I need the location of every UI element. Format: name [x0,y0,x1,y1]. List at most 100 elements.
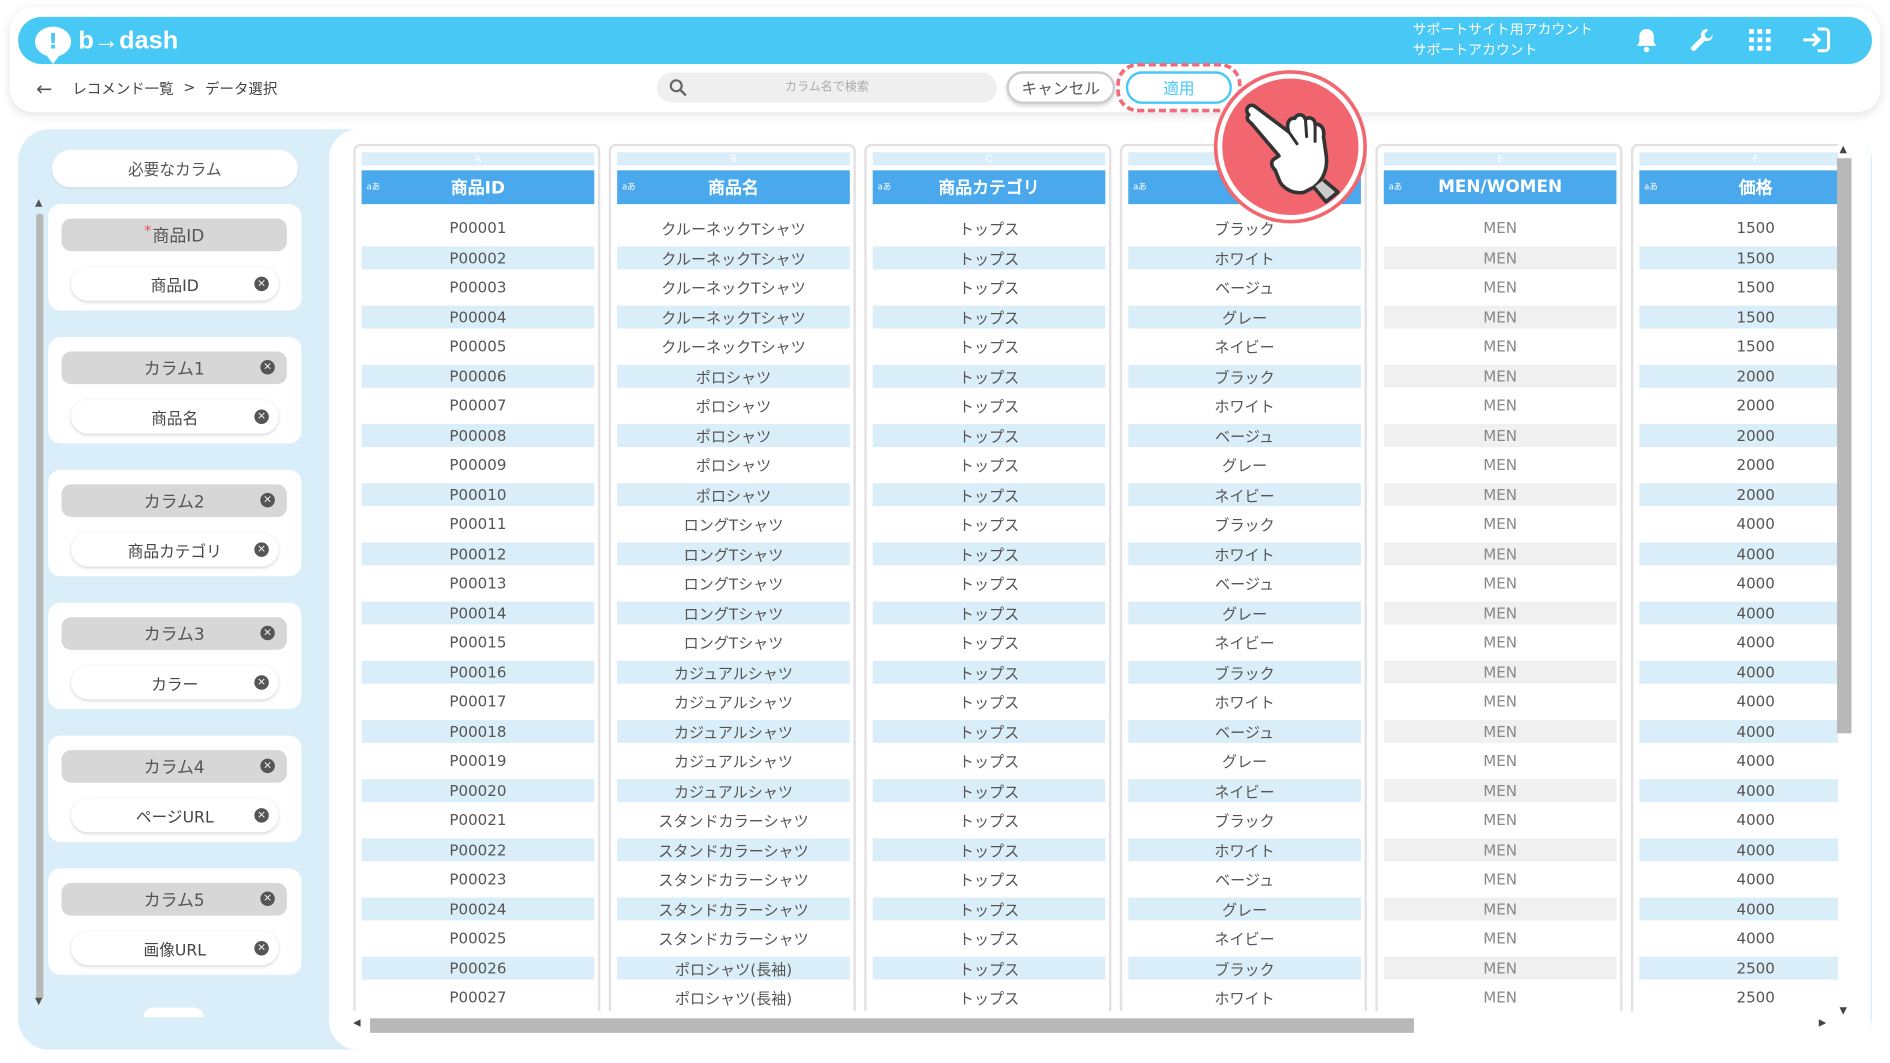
grid-cell: トップス [958,456,1020,475]
scroll-right-icon[interactable]: ▶ [1819,1017,1826,1028]
grid-cell: P00019 [449,751,507,770]
grid-cell: MEN [1383,956,1617,980]
grid-cell: クルーネックTシャツ [617,245,850,269]
breadcrumb: レコメンド一覧 > データ選択 [72,78,277,99]
scroll-down-icon[interactable]: ▼ [1839,1005,1846,1016]
grid-cell: MEN [1383,719,1617,743]
remove-column-icon[interactable]: × [260,758,275,774]
grid-cell: ネイビー [1214,338,1275,357]
grid-menu-icon[interactable] [1743,23,1777,57]
mapping-card-value-text: カラー [151,675,199,694]
mapping-card-value-text: 商品カテゴリ [127,542,222,562]
grid-cell: トップス [958,870,1020,890]
grid-cell: グレー [1221,456,1268,475]
grid-cell: ポロシャツ [695,456,772,475]
grid-cell: P00006 [361,364,595,388]
grid-column: Baあ 商品名 クルーネックTシャツ クルーネックTシャツ クルーネックTシャツ クルーネ… [608,143,856,1012]
mapping-card-title-text: カラム4 [143,758,205,778]
back-arrow-icon[interactable]: ← [36,77,60,100]
grid-horizontal-scroll-thumb[interactable] [370,1018,1414,1033]
scroll-left-icon[interactable]: ◀ [353,1017,360,1028]
grid-cell: P00010 [361,482,595,506]
grid-cell: MEN [1483,810,1518,829]
scroll-up-icon[interactable]: ▲ [35,197,42,208]
grid-column: Aaあ 商品ID P00001 P00002 P00003 P00004 P00005 P00… [353,143,601,1012]
grid-cell: トップス [958,397,1020,416]
grid-cell: MEN [1383,660,1617,684]
column-header-label: MEN/WOMEN [1438,177,1563,197]
mapping-card-value[interactable]: カラー × [71,665,279,700]
mapping-card-title: カラム5 × [61,883,287,916]
grid-cell: 1500 [1736,277,1775,296]
scroll-down-icon[interactable]: ▼ [35,995,42,1006]
scroll-up-icon[interactable]: ▲ [1839,144,1846,155]
logout-icon[interactable] [1800,23,1834,57]
mapping-card-value[interactable]: 商品名 × [71,399,279,434]
column-header[interactable]: aあ 商品名 [617,170,850,205]
remove-column-icon[interactable]: × [260,891,275,906]
mapping-card-value[interactable]: 商品ID × [71,266,279,301]
mapping-card-title-text: 商品ID [152,226,205,246]
remove-value-icon[interactable]: × [254,808,269,823]
grid-cell: ネイビー [1214,930,1275,949]
mapping-card-value[interactable]: 商品カテゴリ × [71,532,279,567]
grid-cell: ポロシャツ(長袖) [674,989,793,1008]
grid-cell: トップス [872,956,1106,980]
logo[interactable]: ! b→dash [34,24,178,64]
remove-value-icon[interactable]: × [254,409,269,425]
remove-value-icon[interactable]: × [254,675,269,690]
data-preview-panel: Aaあ 商品ID P00001 P00002 P00003 P00004 P00005 P00… [329,129,1871,1050]
mapping-card-value-text: 商品名 [151,410,199,429]
mapping-card-value[interactable]: ページURL × [71,798,279,833]
column-header-label: 商品ID [450,178,505,199]
left-scrollbar[interactable]: ▲ ▼ [33,197,47,1006]
grid-cell: ブラック [1128,364,1361,388]
grid-cell: 4000 [1736,928,1775,948]
remove-value-icon[interactable]: × [254,542,269,557]
grid-cell: ベージュ [1215,870,1275,890]
grid-vertical-scrollbar[interactable]: ▲ ▼ [1836,144,1853,1016]
app-header: ! b→dash サポートサイト用アカウント サポートアカウント [18,16,1872,65]
remove-column-icon[interactable]: × [260,625,275,641]
grid-cell: 4000 [1736,869,1775,888]
grid-cell: トップス [872,245,1106,269]
breadcrumb-recommend-list[interactable]: レコメンド一覧 [72,78,173,99]
wrench-icon[interactable] [1685,23,1719,57]
grid-cell: ロングTシャツ [683,575,784,594]
grid-cell: ポロシャツ [617,423,850,447]
left-scroll-thumb[interactable] [36,213,44,1000]
grid-cell: 1500 [1736,337,1775,356]
text-type-icon: aあ [1133,182,1147,193]
remove-column-icon[interactable]: × [260,492,275,508]
grid-cell: P00022 [361,837,595,861]
mapping-card-title: カラム4 × [61,750,287,783]
grid-cell: トップス [958,811,1020,830]
grid-cell: トップス [872,541,1106,565]
column-letter: C [872,152,1106,166]
mapping-card-value-text: ページURL [135,808,214,827]
grid-cell: クルーネックTシャツ [617,305,850,328]
mapping-card-value[interactable]: 画像URL × [71,931,279,966]
grid-horizontal-scrollbar[interactable]: ◀ ▶ [353,1017,1826,1034]
column-header[interactable]: aあ 商品ID [361,170,595,205]
cancel-button[interactable]: キャンセル [1006,71,1115,104]
grid-cell: MEN [1483,928,1518,948]
breadcrumb-bar: ← レコメンド一覧 > データ選択 [36,75,277,102]
remove-value-icon[interactable]: × [254,276,269,292]
grid-cell: トップス [958,634,1020,653]
app-frame: ! b→dash サポートサイト用アカウント サポートアカウント ← レコメンド… [0,0,1890,1063]
apply-button[interactable]: 適用 [1125,71,1232,104]
column-header[interactable]: aあ MEN/WOMEN [1383,170,1617,205]
account-info[interactable]: サポートサイト用アカウント サポートアカウント [1413,19,1593,60]
bell-icon[interactable] [1630,23,1664,57]
column-header[interactable]: aあ 価格 [1639,170,1839,205]
grid-column: Daあカブラックホワイトベージュグレーネイビーブラックホワイトベージュグレーネイ… [1119,143,1367,1012]
remove-column-icon[interactable]: × [260,359,275,375]
remove-value-icon[interactable]: × [254,941,269,956]
grid-cell: 1500 [1736,218,1775,237]
grid-cell: スタンドカラーシャツ [617,837,850,861]
search-input[interactable] [656,72,997,103]
grid-cell: スタンドカラーシャツ [658,811,809,830]
grid-vertical-scroll-thumb[interactable] [1837,158,1852,734]
column-header[interactable]: aあ 商品カテゴリ [872,170,1106,205]
